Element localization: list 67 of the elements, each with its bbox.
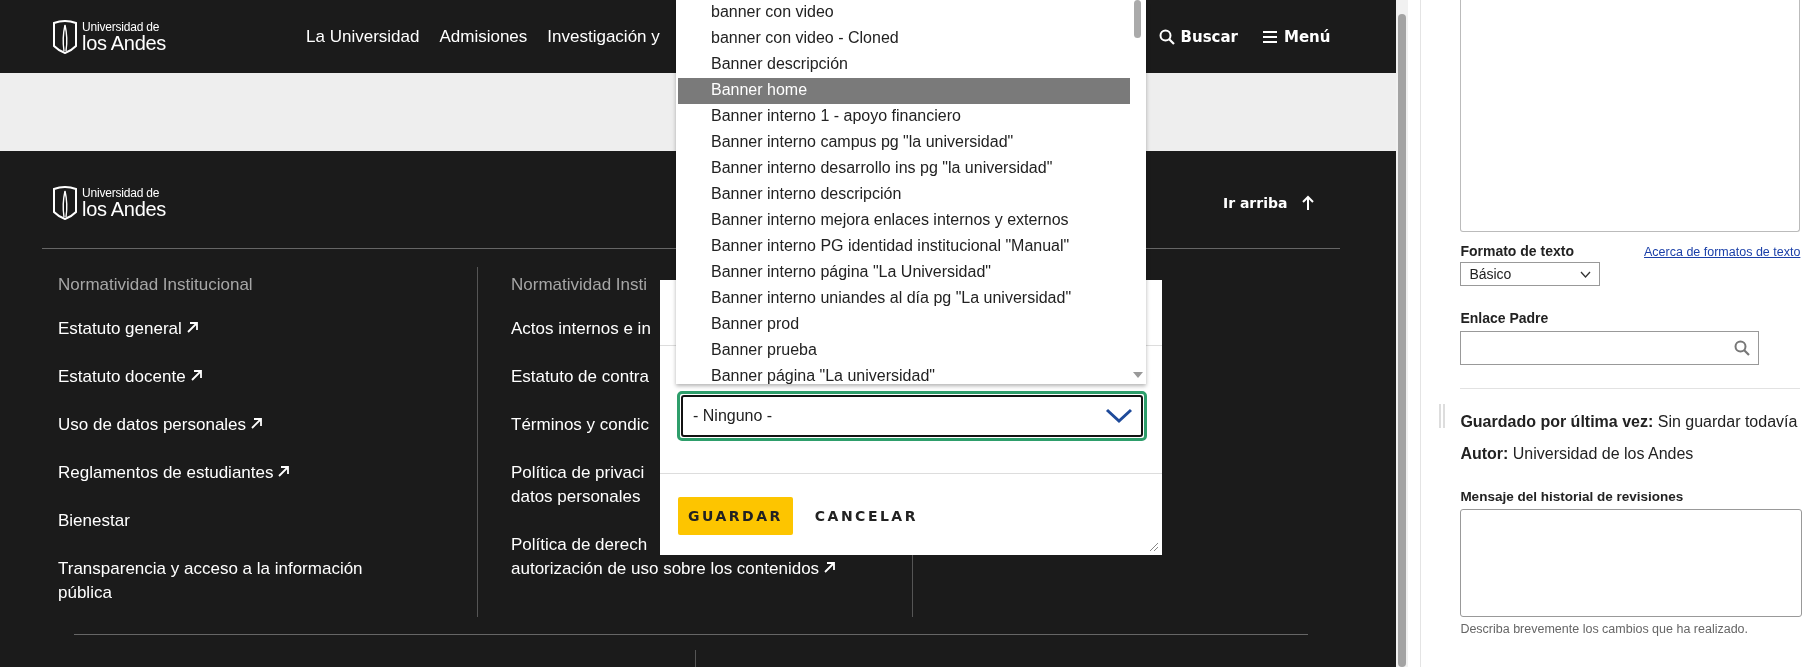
dropdown-option[interactable]: banner con video — [678, 0, 1130, 26]
chevron-down-icon — [1105, 408, 1133, 424]
back-to-top-link[interactable]: Ir arriba — [1222, 195, 1316, 211]
dropdown-option[interactable]: Banner interno uniandes al día pg "La universidad" — [678, 286, 1130, 312]
dropdown-option[interactable]: Banner interno mejora enlaces internos y externos — [678, 208, 1130, 234]
footer-link[interactable]: Política de derech autorización de uso sobre los contenidos — [511, 533, 837, 581]
drag-handle-icon — [1439, 404, 1446, 428]
shield-icon — [52, 186, 78, 220]
save-button[interactable]: GUARDAR — [678, 497, 793, 535]
dropdown-option[interactable]: Banner descripción — [678, 52, 1130, 78]
dropdown-option[interactable]: Banner prueba — [678, 338, 1130, 364]
external-link-icon — [250, 417, 264, 430]
resize-grip-icon — [1149, 542, 1159, 552]
footer-link[interactable]: Bienestar — [58, 509, 130, 533]
chevron-down-icon — [1580, 270, 1592, 278]
nav-link[interactable]: Admisiones — [439, 26, 528, 47]
dropdown-option[interactable]: Banner interno campus pg "la universidad" — [678, 130, 1130, 156]
dropdown-option[interactable]: Banner prod — [678, 312, 1130, 338]
field-label: Mensaje del historial de revisiones — [1460, 489, 1685, 504]
footer-link[interactable]: Estatuto de contra — [511, 365, 649, 389]
help-link[interactable]: Acerca de formatos de texto — [1644, 245, 1801, 259]
logo-link[interactable]: Universidad de los Andes — [52, 186, 167, 220]
footer-link[interactable]: Transparencia y acceso a la información pública — [58, 557, 378, 605]
shield-icon — [52, 19, 78, 54]
dropdown-option[interactable]: Banner interno desarrollo ins pg "la universidad" — [678, 156, 1130, 182]
arrow-up-icon — [1301, 195, 1316, 211]
nav-link[interactable]: La Universidad — [306, 26, 420, 47]
meta-text: Autor: Universidad de los Andes — [1460, 445, 1695, 463]
field-label: Formato de texto — [1460, 243, 1574, 259]
column-heading: Normatividad Institucional — [58, 274, 253, 296]
dropdown-option[interactable]: Banner interno página "La Universidad" — [678, 260, 1130, 286]
footer-link[interactable]: Términos y condic — [511, 413, 649, 437]
select-field[interactable]: - Ninguno - — [681, 395, 1143, 437]
format-select[interactable]: Básico — [1460, 262, 1601, 286]
menu-icon — [1262, 29, 1278, 44]
meta-text: Guardado por última vez: Sin guardar todavía — [1460, 413, 1799, 431]
cancel-button[interactable]: CANCELAR — [804, 497, 928, 535]
scroll-down-icon — [1133, 372, 1143, 378]
footer-link[interactable]: Reglamentos de estudiantes — [58, 461, 291, 485]
menu-link[interactable]: Menú — [1262, 27, 1331, 46]
external-link-icon — [277, 465, 291, 478]
search-icon — [1734, 340, 1751, 356]
dropdown-option[interactable]: Banner página "La universidad" — [678, 364, 1130, 390]
external-link-icon — [823, 561, 837, 574]
dropdown-option[interactable]: Banner interno PG identidad institucional "Manual" — [678, 234, 1130, 260]
search-link[interactable]: Buscar — [1158, 27, 1238, 46]
footer-link[interactable]: Actos internos e in — [511, 317, 651, 341]
nav-link[interactable]: Investigación y — [547, 26, 660, 47]
column-heading: Normatividad Insti — [511, 274, 648, 296]
scrollbar-thumb[interactable] — [1134, 0, 1141, 38]
footer-link[interactable]: Estatuto docente — [58, 365, 203, 389]
dropdown-option[interactable]: banner con video - Cloned — [678, 26, 1130, 52]
external-link-icon — [189, 369, 203, 382]
field-label: Enlace Padre — [1460, 310, 1550, 326]
search-icon — [1158, 28, 1175, 45]
footer-link[interactable]: Estatuto general — [58, 317, 199, 341]
dropdown-option[interactable]: Banner home — [678, 78, 1130, 104]
logo-link[interactable]: Universidad de los Andes — [52, 19, 167, 54]
parent-link-field[interactable] — [1460, 331, 1760, 365]
footer-link[interactable]: Política de privaci datos personales — [511, 461, 645, 509]
revision-textarea[interactable] — [1460, 509, 1803, 617]
dropdown-option[interactable]: Banner interno 1 - apoyo financiero — [678, 104, 1130, 130]
external-link-icon — [185, 321, 199, 334]
help-text: Describa brevemente los cambios que ha realizado. — [1460, 622, 1750, 636]
scrollbar[interactable] — [1396, 0, 1409, 667]
footer-link[interactable]: Uso de datos personales — [58, 413, 264, 437]
dropdown-option[interactable]: Banner interno descripción — [678, 182, 1130, 208]
